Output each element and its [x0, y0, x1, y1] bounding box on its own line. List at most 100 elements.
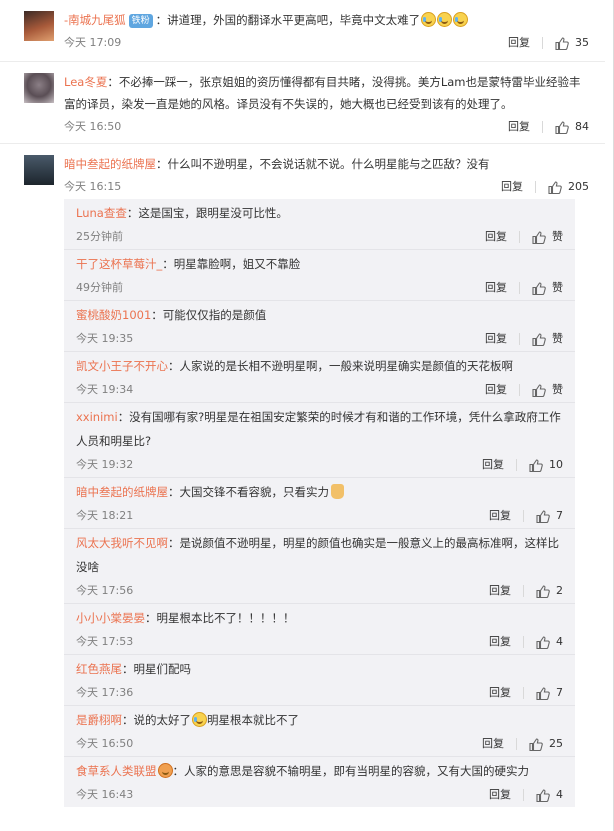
- divider: [542, 37, 543, 49]
- reply-button[interactable]: 回复: [501, 175, 523, 199]
- like-button[interactable]: 赞: [532, 378, 563, 402]
- like-button[interactable]: 4: [536, 630, 563, 654]
- reply-meta: 今天 19:35 回复 赞: [76, 327, 563, 351]
- reply-button[interactable]: 回复: [508, 115, 530, 139]
- timestamp: 今天 18:21: [76, 509, 134, 522]
- divider: [519, 384, 520, 396]
- divider: [516, 459, 517, 471]
- divider: [519, 282, 520, 294]
- comment-feed: -南城九尾狐 铁粉 ：讲道理，外国的翻译水平更高吧，毕竟中文太难了 今天 17:09…: [0, 0, 614, 831]
- username-link[interactable]: Lea冬夏: [64, 75, 107, 89]
- username-link[interactable]: 小小小棠晏晏: [76, 611, 145, 625]
- username-link[interactable]: 干了这杯草莓汁_: [76, 257, 162, 271]
- username-link[interactable]: 风太大我听不见啊: [76, 536, 168, 550]
- like-count: 赞: [552, 281, 563, 294]
- reply-content: ：没有国哪有家?明星是在祖国安定繁荣的时候才有和谐的工作环境，凭什么拿政府工作人…: [76, 410, 561, 448]
- username-link[interactable]: 蜜桃酸奶1001: [76, 308, 151, 322]
- like-count: 205: [568, 180, 589, 193]
- comment-text: -南城九尾狐 铁粉 ：讲道理，外国的翻译水平更高吧，毕竟中文太难了: [64, 9, 589, 31]
- reply-button[interactable]: 回复: [485, 276, 507, 300]
- reply-button[interactable]: 回复: [485, 225, 507, 249]
- like-button[interactable]: 84: [555, 115, 589, 139]
- username-link[interactable]: 暗中叁起的纸牌屋: [64, 157, 156, 171]
- reply-item: 小小小棠晏晏：明星根本比不了！！！！！ 今天 17:53 回复 4: [64, 604, 575, 655]
- avatar[interactable]: [24, 11, 54, 41]
- comment-item: 暗中叁起的纸牌屋：什么叫不逊明星，不会说话就不说。什么明星能与之匹敌？没有 今天…: [0, 144, 605, 807]
- timestamp: 今天 17:36: [76, 686, 134, 699]
- like-count: 赞: [552, 332, 563, 345]
- like-button[interactable]: 205: [548, 175, 589, 199]
- reply-content: ：人家的意思是容貌不输明星，即有当明星的容貌，又有大国的硬实力: [172, 764, 530, 778]
- timestamp: 25分钟前: [76, 230, 123, 243]
- divider: [516, 738, 517, 750]
- like-count: 84: [575, 120, 589, 133]
- reply-button[interactable]: 回复: [489, 630, 511, 654]
- thumbs-up-icon: [529, 737, 543, 751]
- avatar[interactable]: [24, 155, 54, 185]
- username-link[interactable]: 食草系人类联盟: [76, 764, 157, 778]
- comment-meta: 今天 16:50 回复 84: [64, 115, 589, 139]
- timestamp: 今天 16:15: [64, 180, 122, 193]
- reply-meta: 今天 19:34 回复 赞: [76, 378, 563, 402]
- username-link[interactable]: 红色燕尾: [76, 662, 122, 676]
- reply-button[interactable]: 回复: [485, 378, 507, 402]
- avatar[interactable]: [24, 73, 54, 103]
- username-link[interactable]: xxinimi: [76, 410, 118, 424]
- reply-content: ：人家说的是长相不逊明星啊，一般来说明星确实是颜值的天花板啊: [168, 359, 513, 373]
- laugh-cry-emoji-icon: [421, 12, 437, 27]
- reply-button[interactable]: 回复: [489, 681, 511, 705]
- laugh-cry-emoji-icon: [453, 12, 469, 27]
- reply-content: ：明星靠脸啊，姐又不靠脸: [162, 257, 301, 271]
- thumbs-up-icon: [536, 788, 550, 802]
- thumbs-up-icon: [536, 509, 550, 523]
- reply-text: 食草系人类联盟 ：人家的意思是容貌不输明星，即有当明星的容貌，又有大国的硬实力: [76, 759, 563, 783]
- reply-item: 暗中叁起的纸牌屋：大国交锋不看容貌，只看实力 今天 18:21 回复 7: [64, 478, 575, 529]
- reply-button[interactable]: 回复: [489, 579, 511, 603]
- like-button[interactable]: 赞: [532, 276, 563, 300]
- like-button[interactable]: 赞: [532, 327, 563, 351]
- reply-item: 红色燕尾：明星们配吗 今天 17:36 回复 7: [64, 655, 575, 706]
- reply-text: 凯文小王子不开心：人家说的是长相不逊明星啊，一般来说明星确实是颜值的天花板啊: [76, 354, 563, 378]
- reply-meta: 49分钟前 回复 赞: [76, 276, 563, 300]
- divider: [542, 121, 543, 133]
- comment-content: ：讲道理，外国的翻译水平更高吧，毕竟中文太难了: [155, 13, 421, 27]
- reply-button[interactable]: 回复: [482, 453, 504, 477]
- reply-content: ：可能仅仅指的是颜值: [151, 308, 267, 322]
- username-link[interactable]: -南城九尾狐: [64, 13, 126, 27]
- like-button[interactable]: 4: [536, 783, 563, 807]
- reply-item: 凯文小王子不开心：人家说的是长相不逊明星啊，一般来说明星确实是颜值的天花板啊 今…: [64, 352, 575, 403]
- like-count: 2: [556, 584, 563, 597]
- thumbs-up-icon: [555, 36, 569, 50]
- username-link[interactable]: 是爵栩啊: [76, 713, 122, 727]
- like-button[interactable]: 10: [529, 453, 563, 477]
- like-count: 赞: [552, 230, 563, 243]
- reply-button[interactable]: 回复: [489, 504, 511, 528]
- reply-meta: 今天 17:53 回复 4: [76, 630, 563, 654]
- thumbs-up-icon: [532, 281, 546, 295]
- reply-button[interactable]: 回复: [508, 31, 530, 55]
- like-button[interactable]: 35: [555, 31, 589, 55]
- like-button[interactable]: 2: [536, 579, 563, 603]
- thumbs-up-icon: [532, 383, 546, 397]
- like-button[interactable]: 25: [529, 732, 563, 756]
- like-button[interactable]: 7: [536, 504, 563, 528]
- username-link[interactable]: 凯文小王子不开心: [76, 359, 168, 373]
- reply-button[interactable]: 回复: [489, 783, 511, 807]
- reply-button[interactable]: 回复: [485, 327, 507, 351]
- reply-text: 小小小棠晏晏：明星根本比不了！！！！！: [76, 606, 563, 630]
- like-count: 4: [556, 788, 563, 801]
- reply-content: ：明星根本比不了！！！！！: [145, 611, 295, 625]
- username-link[interactable]: 暗中叁起的纸牌屋: [76, 485, 168, 499]
- reply-button[interactable]: 回复: [482, 732, 504, 756]
- like-button[interactable]: 7: [536, 681, 563, 705]
- reply-item: 蜜桃酸奶1001：可能仅仅指的是颜值 今天 19:35 回复 赞: [64, 301, 575, 352]
- reply-text: xxinimi：没有国哪有家?明星是在祖国安定繁荣的时候才有和谐的工作环境，凭什…: [76, 405, 563, 453]
- reply-content: ：大国交锋不看容貌，只看实力: [168, 485, 329, 499]
- reply-content-continued: 明星根本就比不了: [207, 713, 299, 727]
- comment-item: -南城九尾狐 铁粉 ：讲道理，外国的翻译水平更高吧，毕竟中文太难了 今天 17:09…: [0, 0, 605, 62]
- comment-text: Lea冬夏：不必捧一踩一，张京姐姐的资历懂得都有目共睹，没得挑。美方Lam也是蒙…: [64, 71, 589, 115]
- like-button[interactable]: 赞: [532, 225, 563, 249]
- timestamp: 今天 17:09: [64, 36, 122, 49]
- reply-content: ：明星们配吗: [122, 662, 191, 676]
- username-link[interactable]: Luna查查: [76, 206, 127, 220]
